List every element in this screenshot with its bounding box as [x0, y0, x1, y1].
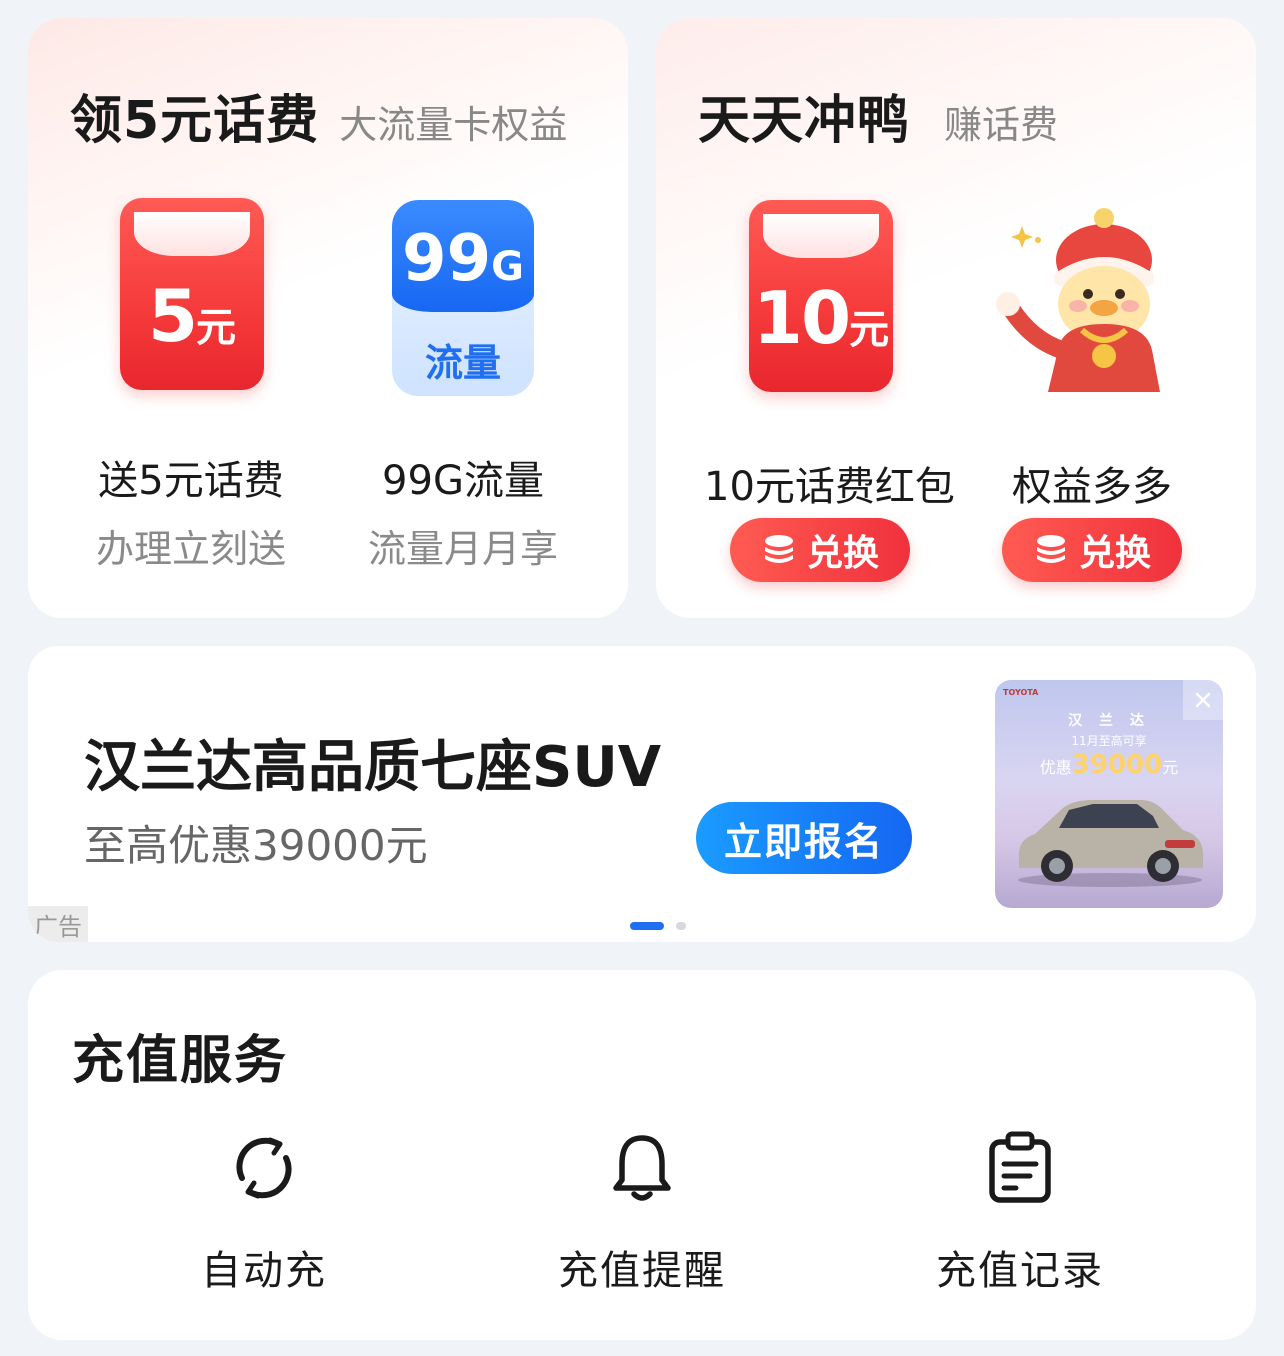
red-packet-icon: 5元: [120, 198, 264, 390]
carousel-dot[interactable]: [676, 922, 686, 930]
card-title-row: 领5元话费 大流量卡权益: [70, 78, 567, 153]
ad-image[interactable]: TOYOTA 汉 兰 达 11月至高可享 优惠39000元: [995, 680, 1223, 908]
item-label: 10元话费红包: [704, 464, 955, 510]
service-label: 充值记录: [936, 1248, 1104, 1294]
card-title: 领5元话费: [70, 91, 320, 151]
suv-car-icon: [1018, 800, 1203, 887]
reward-item-99g[interactable]: 99G 流量 99G流量 流量月月享: [348, 198, 578, 598]
service-item-recharge-history[interactable]: 充值记录: [890, 1130, 1150, 1296]
hua-fei-card[interactable]: 领5元话费 大流量卡权益 5元 送5元话费 办理立刻送 99G 流量 99G流量…: [28, 18, 628, 618]
card-subtitle: 大流量卡权益: [339, 103, 568, 147]
ad-subtitle: 至高优惠39000元: [84, 821, 428, 870]
item-subtext: 办理立刻送: [95, 527, 286, 571]
ad-image-promo: 优惠39000元: [1039, 750, 1179, 780]
exchange-label: 兑换: [1078, 533, 1151, 574]
item-label: 权益多多: [1012, 464, 1172, 510]
clipboard-icon: [989, 1131, 1051, 1203]
item-label: 送5元话费: [98, 458, 284, 504]
ad-banner[interactable]: 汉兰达高品质七座SUV 至高优惠39000元 立即报名 广告 TOYOTA 汉 …: [28, 646, 1256, 942]
item-label: 99G流量: [382, 458, 544, 504]
data-flow-icon: 99G 流量: [392, 200, 534, 396]
reward-item-5yuan[interactable]: 5元 送5元话费 办理立刻送: [76, 198, 306, 598]
carousel-dot-active[interactable]: [630, 922, 664, 930]
ad-image-brand: TOYOTA: [1003, 688, 1039, 697]
service-label: 充值提醒: [558, 1248, 726, 1294]
service-item-auto-recharge[interactable]: 自动充: [134, 1130, 394, 1296]
ad-image-month: 11月至高可享: [1071, 734, 1147, 748]
card-title: 天天冲鸭: [698, 91, 911, 151]
bell-icon: [613, 1135, 671, 1201]
ad-tag: 广告: [28, 906, 88, 942]
service-label: 自动充: [201, 1248, 327, 1294]
ad-close-icon[interactable]: [1183, 680, 1223, 720]
service-item-recharge-reminder[interactable]: 充值提醒: [512, 1130, 772, 1296]
service-title: 充值服务: [72, 1031, 289, 1091]
duck-mascot-icon: [996, 208, 1160, 392]
ad-title: 汉兰达高品质七座SUV: [84, 735, 662, 800]
recharge-service-card: 充值服务 自动充 充值提醒 充值记录: [28, 970, 1256, 1340]
coin-stack-icon: [1036, 535, 1065, 563]
red-packet-icon: 10元: [749, 200, 893, 392]
auto-refresh-icon: [236, 1137, 292, 1199]
coin-stack-icon: [764, 535, 793, 563]
card-subtitle: 赚话费: [944, 103, 1059, 147]
item-subtext: 流量月月享: [367, 527, 558, 571]
register-now-button[interactable]: 立即报名: [696, 802, 912, 874]
reward-item-10yuan[interactable]: 10元 10元话费红包 兑换: [704, 200, 955, 600]
exchange-label: 兑换: [806, 533, 879, 574]
card-title-row: 天天冲鸭 赚话费: [698, 78, 1058, 153]
exchange-button[interactable]: 兑换: [730, 518, 910, 582]
exchange-button[interactable]: 兑换: [1002, 518, 1182, 582]
